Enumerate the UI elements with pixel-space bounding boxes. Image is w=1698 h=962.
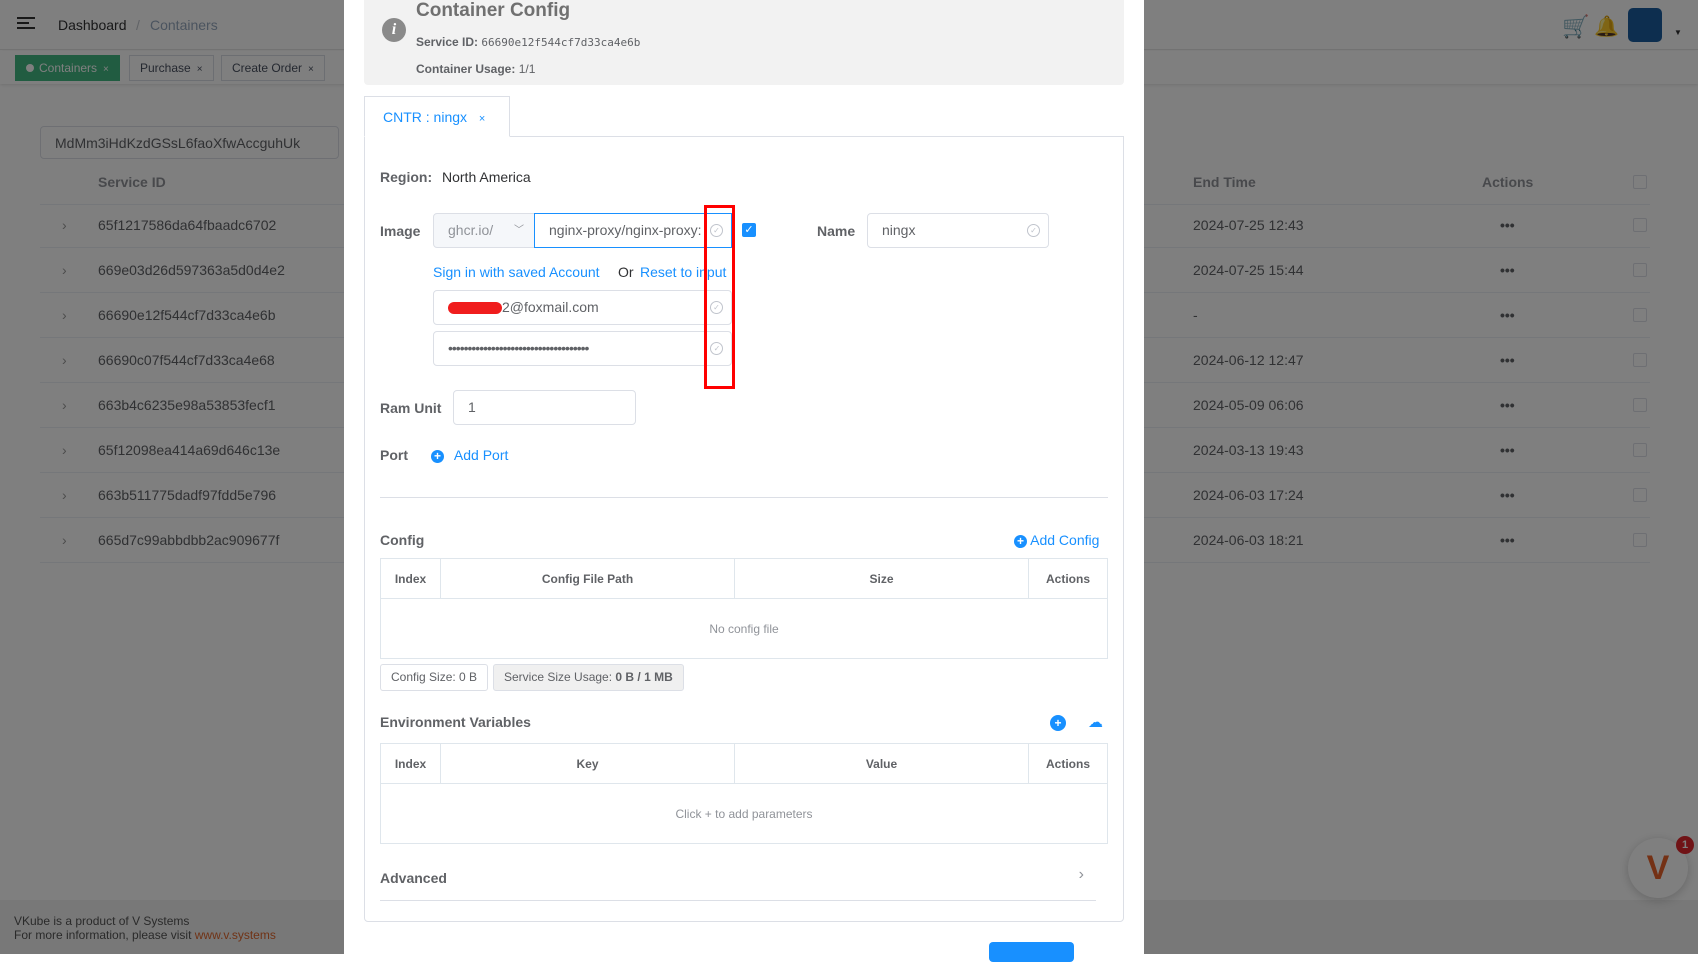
info-icon: i: [382, 18, 406, 42]
service-id: 66690e12f544cf7d33ca4e6b: [481, 36, 641, 49]
info-panel: i Container Config Service ID: 66690e12f…: [364, 0, 1124, 85]
env-table: Index Key Value Actions Click + to add para…: [380, 743, 1108, 844]
upload-cloud-icon[interactable]: ☁: [1088, 713, 1103, 731]
config-table: Index Config File Path Size Actions No conf…: [380, 558, 1108, 659]
add-config-button[interactable]: + Add Config: [1014, 532, 1099, 548]
password-input[interactable]: •••••••••••••••••••••••••••••••••••• ✓: [433, 331, 732, 366]
image-input[interactable]: nginx-proxy/nginx-proxy: ✓: [534, 213, 732, 248]
container-usage: 1/1: [518, 62, 536, 76]
submit-button[interactable]: [989, 942, 1074, 962]
image-checkbox[interactable]: ✓: [742, 223, 756, 237]
registry-select[interactable]: ghcr.io/﹀: [433, 213, 535, 248]
name-input[interactable]: ningx ✓: [867, 213, 1049, 248]
region-value: North America: [442, 169, 531, 185]
add-port-button[interactable]: + Add Port: [431, 447, 508, 463]
divider: [380, 497, 1108, 498]
email-input[interactable]: 2@foxmail.com ✓: [433, 290, 732, 325]
redaction-mark: [448, 302, 502, 315]
advanced-collapse[interactable]: Advanced ›: [380, 866, 1096, 901]
sign-in-saved-account-link[interactable]: Sign in with saved Account: [433, 264, 600, 280]
env-empty: Click + to add parameters: [380, 783, 1108, 844]
ram-unit-input[interactable]: 1: [453, 390, 636, 425]
config-empty: No config file: [380, 598, 1108, 659]
container-config-modal: i Container Config Service ID: 66690e12f…: [344, 0, 1144, 962]
add-env-button[interactable]: +: [1050, 715, 1066, 731]
chevron-right-icon: ›: [1078, 866, 1084, 883]
tab-cntr-ningx[interactable]: CNTR : ningx ×: [364, 96, 510, 137]
config-size-chip: Config Size: 0 B: [380, 664, 489, 691]
modal-title: Container Config: [416, 0, 571, 21]
tab-close-icon[interactable]: ×: [479, 113, 485, 125]
plus-circle-icon: +: [431, 449, 444, 463]
check-circle-icon: ✓: [1027, 224, 1040, 237]
highlight-box: [704, 205, 735, 389]
plus-circle-icon: +: [1014, 534, 1027, 548]
service-size-usage-chip: Service Size Usage: 0 B / 1 MB: [493, 664, 684, 691]
